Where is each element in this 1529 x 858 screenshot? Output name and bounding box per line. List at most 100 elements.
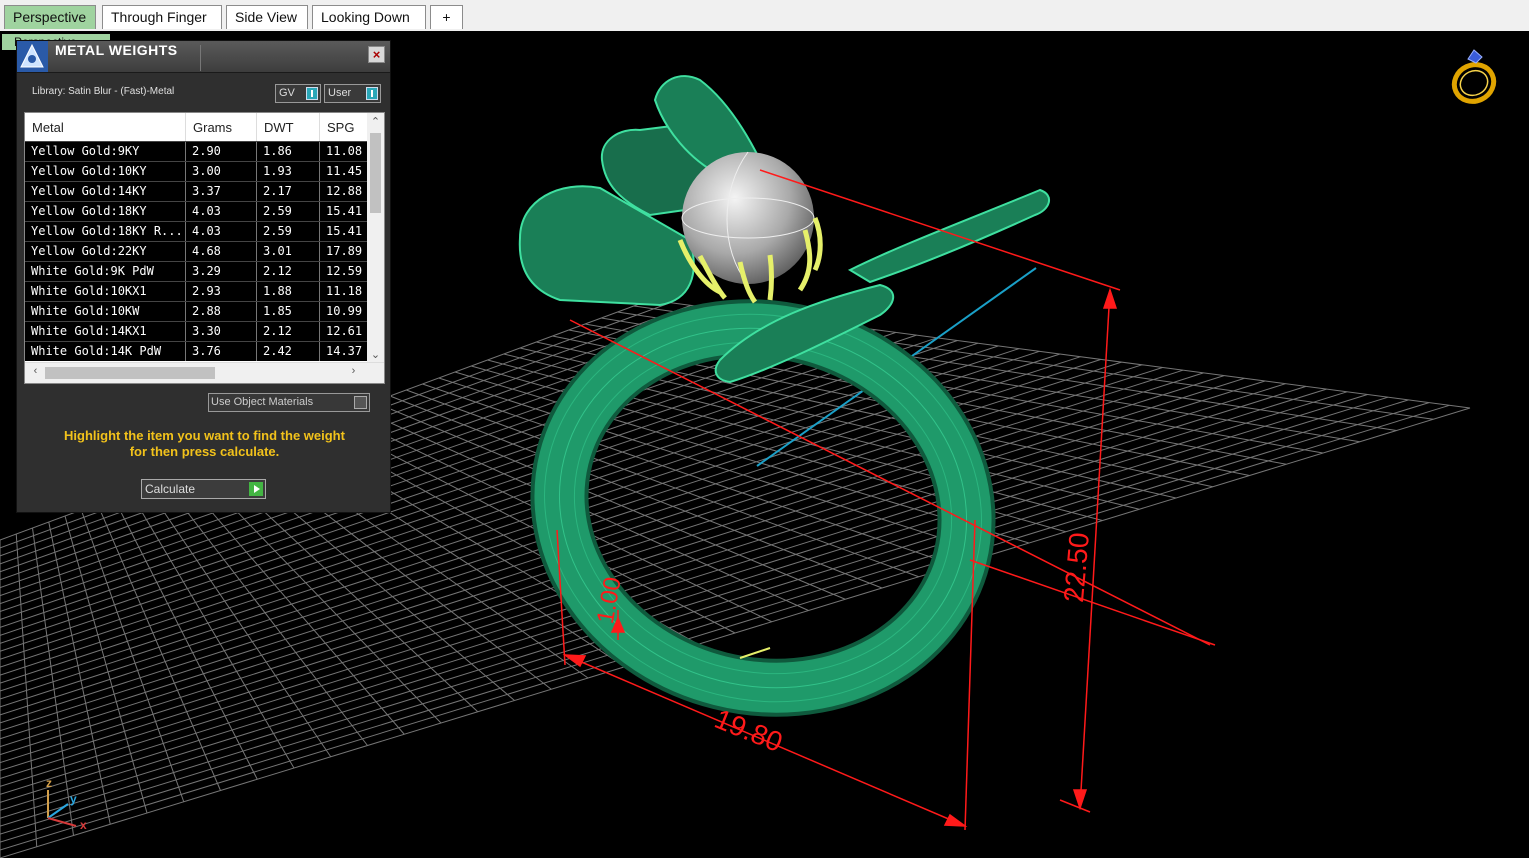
table-cell: 2.12 [257, 262, 320, 281]
scroll-down-icon[interactable]: ⌄ [367, 348, 384, 361]
table-cell: Yellow Gold:18KY [25, 202, 186, 221]
app-logo-icon [17, 41, 48, 72]
vertical-scrollbar[interactable]: ⌃ ⌄ [367, 113, 384, 363]
table-cell: 11.45 [326, 164, 363, 178]
axis-x-label: x [80, 818, 87, 832]
table-row[interactable]: Yellow Gold:18KY R... 4.03 2.59 15.41 [25, 221, 368, 241]
table-cell: 3.01 [257, 242, 320, 261]
dimension-height-label: 22.50 [1058, 531, 1095, 604]
table-cell: 11.08 [326, 144, 363, 158]
table-cell: 12.61 [326, 324, 363, 338]
gv-toggle[interactable]: GV [275, 84, 321, 103]
table-cell: Yellow Gold:10KY [25, 162, 186, 181]
close-button[interactable]: × [368, 46, 385, 63]
table-row[interactable]: Yellow Gold:18KY 4.03 2.59 15.41 [25, 201, 368, 221]
axis-triad-icon: z y x [40, 776, 100, 836]
table-cell: 15.41 [326, 224, 363, 238]
table-cell: 10.99 [326, 304, 363, 318]
table-cell: 3.29 [186, 262, 257, 281]
ring-icon[interactable] [1448, 45, 1500, 107]
table-cell: 1.88 [257, 282, 320, 301]
library-label: Library: Satin Blur - (Fast)-Metal [32, 86, 175, 97]
table-cell: 3.30 [186, 322, 257, 341]
panel-header[interactable]: METAL WEIGHTS × [17, 41, 390, 73]
instruction-line-1: Highlight the item you want to find the … [64, 428, 345, 443]
add-view-tab-button[interactable]: + [430, 5, 463, 29]
user-toggle[interactable]: User [324, 84, 381, 103]
table-cell: White Gold:14K PdW [25, 342, 186, 361]
table-row[interactable]: White Gold:14K PdW 3.76 2.42 14.37 [25, 341, 368, 361]
table-cell: 3.76 [186, 342, 257, 361]
use-object-materials-label: Use Object Materials [211, 396, 314, 408]
horizontal-scrollbar[interactable]: ‹ › [25, 362, 384, 383]
table-cell: 15.41 [326, 204, 363, 218]
column-header-metal[interactable]: Metal [25, 113, 186, 141]
table-cell: 2.90 [186, 142, 257, 161]
table-cell: 2.59 [257, 222, 320, 241]
table-cell: 1.85 [257, 302, 320, 321]
table-cell: Yellow Gold:14KY [25, 182, 186, 201]
axis-z-label: z [46, 776, 52, 790]
table-cell: 4.68 [186, 242, 257, 261]
radio-icon[interactable] [354, 396, 367, 409]
axis-y-label: y [70, 792, 77, 806]
table-cell: Yellow Gold:18KY R... [25, 222, 186, 241]
calculate-label: Calculate [145, 482, 196, 496]
header-divider [200, 45, 201, 71]
table-cell: 2.88 [186, 302, 257, 321]
scroll-thumb[interactable] [45, 367, 215, 379]
column-header-spg[interactable]: SPG [320, 113, 368, 141]
instruction-line-2: for then press calculate. [129, 444, 280, 459]
play-icon [249, 482, 263, 496]
panel-title: METAL WEIGHTS [55, 42, 178, 58]
tab-side-view[interactable]: Side View [226, 5, 308, 29]
table-cell: 1.86 [257, 142, 320, 161]
toggle-knob-icon [306, 87, 318, 100]
table-row[interactable]: White Gold:9K PdW 3.29 2.12 12.59 [25, 261, 368, 281]
table-cell: 1.93 [257, 162, 320, 181]
calculate-button[interactable]: Calculate [141, 479, 266, 499]
table-cell: 17.89 [326, 244, 363, 258]
gv-toggle-label: GV [279, 87, 295, 99]
toggle-knob-icon [366, 87, 378, 100]
table-cell: 12.59 [326, 264, 363, 278]
column-header-grams[interactable]: Grams [186, 113, 257, 141]
table-cell: White Gold:9K PdW [25, 262, 186, 281]
table-cell: White Gold:10KX1 [25, 282, 186, 301]
scroll-right-icon[interactable]: › [345, 365, 362, 377]
table-cell: Yellow Gold:9KY [25, 142, 186, 161]
table-cell: 2.93 [186, 282, 257, 301]
table-cell: 4.03 [186, 222, 257, 241]
scroll-up-icon[interactable]: ⌃ [367, 115, 384, 128]
column-header-dwt[interactable]: DWT [257, 113, 320, 141]
table-cell: 2.17 [257, 182, 320, 201]
table-row[interactable]: Yellow Gold:9KY 2.90 1.86 11.08 [25, 141, 368, 161]
table-cell: 4.03 [186, 202, 257, 221]
scroll-left-icon[interactable]: ‹ [27, 365, 44, 377]
table-row[interactable]: White Gold:14KX1 3.30 2.12 12.61 [25, 321, 368, 341]
tab-perspective[interactable]: Perspective [4, 5, 96, 29]
table-cell: White Gold:10KW [25, 302, 186, 321]
table-row[interactable]: Yellow Gold:14KY 3.37 2.17 12.88 [25, 181, 368, 201]
table-row[interactable]: Yellow Gold:22KY 4.68 3.01 17.89 [25, 241, 368, 261]
table-row[interactable]: Yellow Gold:10KY 3.00 1.93 11.45 [25, 161, 368, 181]
tab-looking-down[interactable]: Looking Down [312, 5, 426, 29]
table-cell: 2.59 [257, 202, 320, 221]
scroll-thumb[interactable] [370, 133, 381, 213]
table-cell: 3.37 [186, 182, 257, 201]
table-cell: 3.00 [186, 162, 257, 181]
table-row[interactable]: White Gold:10KX1 2.93 1.88 11.18 [25, 281, 368, 301]
table-header: Metal Grams DWT SPG [25, 113, 368, 141]
metal-table[interactable]: Metal Grams DWT SPG Yellow Gold:9KY 2.90 1… [24, 112, 385, 384]
table-cell: White Gold:14KX1 [25, 322, 186, 341]
instruction-text: Highlight the item you want to find the … [27, 428, 382, 460]
table-cell: 2.42 [257, 342, 320, 361]
table-row[interactable]: White Gold:10KW 2.88 1.85 10.99 [25, 301, 368, 321]
table-cell: 12.88 [326, 184, 363, 198]
use-object-materials-option[interactable]: Use Object Materials [208, 393, 370, 412]
tab-through-finger[interactable]: Through Finger [102, 5, 222, 29]
user-toggle-label: User [328, 87, 352, 99]
table-cell: 11.18 [326, 284, 363, 298]
table-cell: 2.12 [257, 322, 320, 341]
table-cell: 14.37 [326, 344, 363, 358]
